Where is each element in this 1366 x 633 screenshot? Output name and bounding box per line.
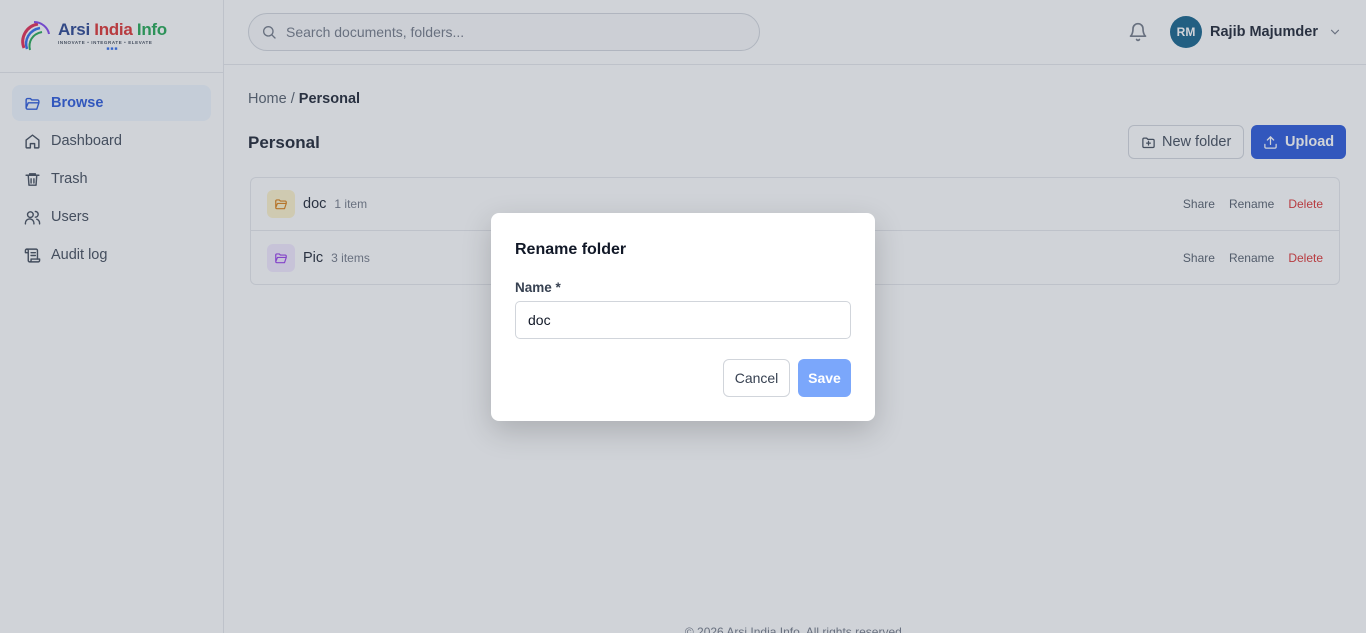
folder-name-input[interactable]	[515, 301, 851, 339]
dialog-title: Rename folder	[515, 241, 627, 258]
rename-folder-dialog: Rename folder Name * Cancel Save	[491, 213, 875, 421]
cancel-button[interactable]: Cancel	[723, 359, 790, 397]
save-button[interactable]: Save	[798, 359, 851, 397]
app-root: Arsi India Info INNOVATE • INTEGRATE • E…	[0, 0, 1366, 633]
name-field-label: Name *	[515, 280, 561, 295]
